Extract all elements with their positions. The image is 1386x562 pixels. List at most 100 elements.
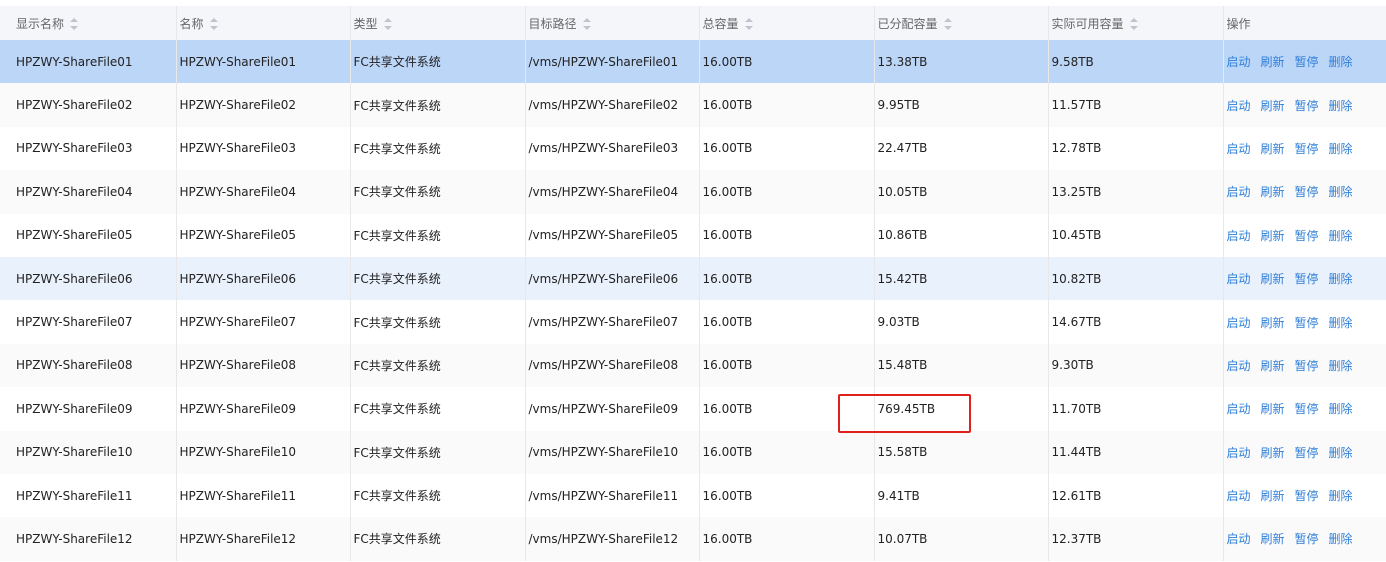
column-header-type[interactable]: 类型 <box>350 6 526 40</box>
delete-button[interactable]: 删除 <box>1329 489 1353 503</box>
sort-icon[interactable] <box>383 18 392 30</box>
cell-name: HPZWY-ShareFile11 <box>176 473 351 518</box>
cell-name: HPZWY-ShareFile08 <box>176 343 351 388</box>
cell-display-name: HPZWY-ShareFile07 <box>0 300 177 344</box>
cell-name: HPZWY-ShareFile04 <box>176 170 351 214</box>
cell-available: 12.37TB <box>1048 517 1224 561</box>
cell-type: FC共享文件系统 <box>350 126 526 171</box>
pause-button[interactable]: 暂停 <box>1295 229 1319 243</box>
start-button[interactable]: 启动 <box>1227 359 1251 373</box>
refresh-button[interactable]: 刷新 <box>1261 142 1285 156</box>
cell-available: 10.82TB <box>1048 256 1224 301</box>
table-row[interactable]: HPZWY-ShareFile11 HPZWY-ShareFile11 FC共享文件… <box>0 473 1386 518</box>
delete-button[interactable]: 删除 <box>1329 99 1353 113</box>
column-header-available[interactable]: 实际可用容量 <box>1048 6 1224 40</box>
table-row[interactable]: HPZWY-ShareFile10 HPZWY-ShareFile10 FC共享文件… <box>0 430 1386 474</box>
refresh-button[interactable]: 刷新 <box>1261 489 1285 503</box>
pause-button[interactable]: 暂停 <box>1295 446 1319 460</box>
table-row[interactable]: HPZWY-ShareFile02 HPZWY-ShareFile02 FC共享文件… <box>0 83 1386 127</box>
sort-icon[interactable] <box>943 18 952 30</box>
cell-display-name: HPZWY-ShareFile09 <box>0 387 177 431</box>
refresh-button[interactable]: 刷新 <box>1261 99 1285 113</box>
refresh-button[interactable]: 刷新 <box>1261 446 1285 460</box>
refresh-button[interactable]: 刷新 <box>1261 185 1285 199</box>
table-row[interactable]: HPZWY-ShareFile12 HPZWY-ShareFile12 FC共享文件… <box>0 517 1386 561</box>
start-button[interactable]: 启动 <box>1227 229 1251 243</box>
pause-button[interactable]: 暂停 <box>1295 489 1319 503</box>
sort-icon[interactable] <box>582 18 591 30</box>
delete-button[interactable]: 删除 <box>1329 402 1353 416</box>
start-button[interactable]: 启动 <box>1227 99 1251 113</box>
sort-icon[interactable] <box>744 18 753 30</box>
cell-total: 16.00TB <box>699 213 875 257</box>
table-row[interactable]: HPZWY-ShareFile04 HPZWY-ShareFile04 FC共享文件… <box>0 170 1386 214</box>
table-row[interactable]: HPZWY-ShareFile03 HPZWY-ShareFile03 FC共享文件… <box>0 126 1386 171</box>
table-row[interactable]: HPZWY-ShareFile08 HPZWY-ShareFile08 FC共享文件… <box>0 343 1386 388</box>
column-header-label: 总容量 <box>702 16 739 31</box>
pause-button[interactable]: 暂停 <box>1295 532 1319 546</box>
cell-actions: 启动 刷新 暂停 删除 <box>1223 387 1386 430</box>
start-button[interactable]: 启动 <box>1227 185 1251 199</box>
column-header-total[interactable]: 总容量 <box>699 6 875 40</box>
cell-actions: 启动 刷新 暂停 删除 <box>1223 170 1386 213</box>
cell-allocated: 10.07TB <box>874 517 1049 561</box>
column-header-path[interactable]: 目标路径 <box>525 6 700 40</box>
table-row[interactable]: HPZWY-ShareFile09 HPZWY-ShareFile09 FC共享文件… <box>0 387 1386 431</box>
pause-button[interactable]: 暂停 <box>1295 316 1319 330</box>
delete-button[interactable]: 删除 <box>1329 316 1353 330</box>
column-header-name[interactable]: 名称 <box>176 6 351 40</box>
refresh-button[interactable]: 刷新 <box>1261 402 1285 416</box>
sort-icon[interactable] <box>209 18 218 30</box>
cell-total: 16.00TB <box>699 83 875 127</box>
table-row[interactable]: HPZWY-ShareFile01 HPZWY-ShareFile01 FC共享文件… <box>0 40 1386 84</box>
pause-button[interactable]: 暂停 <box>1295 359 1319 373</box>
pause-button[interactable]: 暂停 <box>1295 99 1319 113</box>
cell-type: FC共享文件系统 <box>350 213 526 257</box>
cell-path: /vms/HPZWY-ShareFile02 <box>525 83 700 127</box>
cell-total: 16.00TB <box>699 430 875 474</box>
delete-button[interactable]: 删除 <box>1329 55 1353 69</box>
delete-button[interactable]: 删除 <box>1329 142 1353 156</box>
cell-total: 16.00TB <box>699 517 875 561</box>
delete-button[interactable]: 删除 <box>1329 532 1353 546</box>
start-button[interactable]: 启动 <box>1227 489 1251 503</box>
delete-button[interactable]: 删除 <box>1329 229 1353 243</box>
delete-button[interactable]: 删除 <box>1329 272 1353 286</box>
start-button[interactable]: 启动 <box>1227 446 1251 460</box>
pause-button[interactable]: 暂停 <box>1295 272 1319 286</box>
refresh-button[interactable]: 刷新 <box>1261 316 1285 330</box>
table-row[interactable]: HPZWY-ShareFile06 HPZWY-ShareFile06 FC共享文件… <box>0 256 1386 301</box>
cell-actions: 启动 刷新 暂停 删除 <box>1223 83 1386 126</box>
start-button[interactable]: 启动 <box>1227 402 1251 416</box>
cell-allocated: 769.45TB <box>874 387 1049 431</box>
sort-icon[interactable] <box>1129 18 1138 30</box>
start-button[interactable]: 启动 <box>1227 142 1251 156</box>
delete-button[interactable]: 删除 <box>1329 185 1353 199</box>
table-row[interactable]: HPZWY-ShareFile05 HPZWY-ShareFile05 FC共享文件… <box>0 213 1386 257</box>
pause-button[interactable]: 暂停 <box>1295 142 1319 156</box>
refresh-button[interactable]: 刷新 <box>1261 532 1285 546</box>
refresh-button[interactable]: 刷新 <box>1261 272 1285 286</box>
pause-button[interactable]: 暂停 <box>1295 55 1319 69</box>
refresh-button[interactable]: 刷新 <box>1261 229 1285 243</box>
cell-path: /vms/HPZWY-ShareFile01 <box>525 40 700 84</box>
delete-button[interactable]: 删除 <box>1329 359 1353 373</box>
start-button[interactable]: 启动 <box>1227 55 1251 69</box>
cell-allocated: 10.05TB <box>874 170 1049 214</box>
start-button[interactable]: 启动 <box>1227 532 1251 546</box>
pause-button[interactable]: 暂停 <box>1295 402 1319 416</box>
cell-display-name: HPZWY-ShareFile03 <box>0 126 177 171</box>
cell-actions: 启动 刷新 暂停 删除 <box>1223 474 1386 517</box>
refresh-button[interactable]: 刷新 <box>1261 359 1285 373</box>
table-row[interactable]: HPZWY-ShareFile07 HPZWY-ShareFile07 FC共享文件… <box>0 300 1386 344</box>
pause-button[interactable]: 暂停 <box>1295 185 1319 199</box>
refresh-button[interactable]: 刷新 <box>1261 55 1285 69</box>
delete-button[interactable]: 删除 <box>1329 446 1353 460</box>
cell-total: 16.00TB <box>699 256 875 301</box>
column-header-allocated[interactable]: 已分配容量 <box>874 6 1049 40</box>
start-button[interactable]: 启动 <box>1227 316 1251 330</box>
start-button[interactable]: 启动 <box>1227 272 1251 286</box>
column-header-display-name[interactable]: 显示名称 <box>0 6 177 40</box>
cell-path: /vms/HPZWY-ShareFile11 <box>525 473 700 518</box>
sort-icon[interactable] <box>70 18 79 30</box>
